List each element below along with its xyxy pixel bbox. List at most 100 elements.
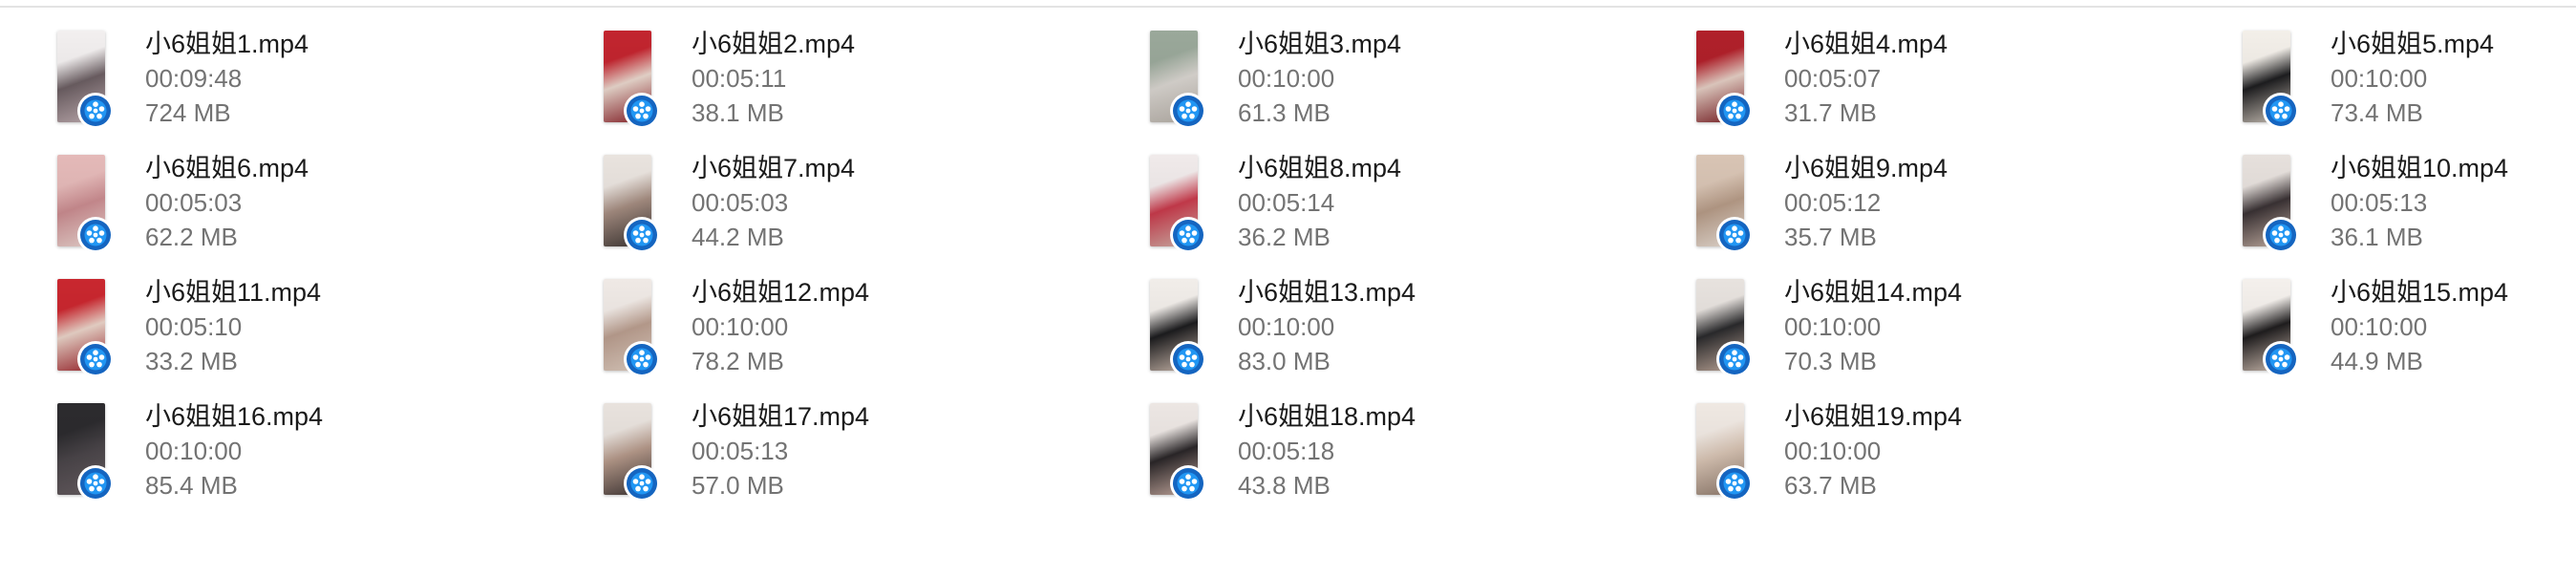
file-item[interactable]: 小6姐姐14.mp4 00:10:00 70.3 MB [1692, 275, 2239, 399]
file-item[interactable]: 小6姐姐9.mp4 00:05:12 35.7 MB [1692, 151, 2239, 275]
video-player-badge-icon [624, 93, 660, 129]
video-thumbnail [53, 403, 114, 502]
file-item[interactable]: 小6姐姐8.mp4 00:05:14 36.2 MB [1146, 151, 1692, 275]
file-name: 小6姐姐2.mp4 [692, 30, 856, 58]
file-duration: 00:05:14 [1238, 188, 1335, 217]
file-item[interactable]: 小6姐姐10.mp4 00:05:13 36.1 MB [2239, 151, 2576, 275]
video-player-badge-icon [1716, 217, 1753, 253]
file-grid: 小6姐姐1.mp4 00:09:48 724 MB 小6姐姐2.mp4 00:0… [53, 27, 2576, 524]
file-duration: 00:05:12 [1784, 188, 1882, 217]
file-name: 小6姐姐11.mp4 [145, 278, 322, 307]
file-duration: 00:05:11 [692, 64, 787, 93]
file-duration: 00:09:48 [145, 64, 243, 93]
file-item[interactable]: 小6姐姐1.mp4 00:09:48 724 MB [53, 27, 600, 151]
file-size: 63.7 MB [1784, 471, 1877, 500]
video-thumbnail [53, 279, 114, 377]
video-thumbnail [1146, 279, 1206, 377]
file-details: 小6姐姐9.mp4 00:05:12 35.7 MB [1784, 151, 2224, 254]
file-size: 38.1 MB [692, 98, 784, 127]
file-duration: 00:10:00 [145, 437, 243, 465]
file-name: 小6姐姐13.mp4 [1238, 278, 1416, 307]
file-item[interactable]: 小6姐姐17.mp4 00:05:13 57.0 MB [600, 399, 1146, 524]
video-player-badge-icon [1170, 465, 1206, 502]
video-player-badge-icon [1716, 93, 1753, 129]
video-thumbnail [1692, 155, 1753, 253]
file-item[interactable]: 小6姐姐4.mp4 00:05:07 31.7 MB [1692, 27, 2239, 151]
file-size: 62.2 MB [145, 223, 238, 251]
file-name: 小6姐姐1.mp4 [145, 30, 309, 58]
video-thumbnail [2239, 31, 2299, 129]
file-item[interactable]: 小6姐姐16.mp4 00:10:00 85.4 MB [53, 399, 600, 524]
file-item[interactable]: 小6姐姐3.mp4 00:10:00 61.3 MB [1146, 27, 1692, 151]
file-name: 小6姐姐15.mp4 [2331, 278, 2509, 307]
video-player-badge-icon [2263, 93, 2299, 129]
video-thumbnail [2239, 155, 2299, 253]
file-duration: 00:05:13 [2331, 188, 2428, 217]
file-name: 小6姐姐10.mp4 [2331, 154, 2509, 182]
file-item[interactable]: 小6姐姐13.mp4 00:10:00 83.0 MB [1146, 275, 1692, 399]
video-thumbnail [600, 403, 660, 502]
file-duration: 00:10:00 [1784, 312, 1882, 341]
video-thumbnail [600, 279, 660, 377]
file-details: 小6姐姐14.mp4 00:10:00 70.3 MB [1784, 275, 2224, 378]
file-name: 小6姐姐16.mp4 [145, 402, 324, 431]
video-player-badge-icon [77, 93, 114, 129]
file-size: 61.3 MB [1238, 98, 1331, 127]
file-size: 44.9 MB [2331, 347, 2423, 375]
file-details: 小6姐姐15.mp4 00:10:00 44.9 MB [2331, 275, 2576, 378]
video-player-badge-icon [2263, 341, 2299, 377]
file-item[interactable]: 小6姐姐18.mp4 00:05:18 43.8 MB [1146, 399, 1692, 524]
file-size: 78.2 MB [692, 347, 784, 375]
file-size: 36.1 MB [2331, 223, 2423, 251]
video-thumbnail [1146, 31, 1206, 129]
file-size: 35.7 MB [1784, 223, 1877, 251]
video-thumbnail [600, 155, 660, 253]
file-details: 小6姐姐12.mp4 00:10:00 78.2 MB [692, 275, 1131, 378]
file-name: 小6姐姐3.mp4 [1238, 30, 1402, 58]
file-name: 小6姐姐19.mp4 [1784, 402, 1963, 431]
file-item[interactable]: 小6姐姐5.mp4 00:10:00 73.4 MB [2239, 27, 2576, 151]
file-item[interactable]: 小6姐姐6.mp4 00:05:03 62.2 MB [53, 151, 600, 275]
file-details: 小6姐姐2.mp4 00:05:11 38.1 MB [692, 27, 1131, 130]
file-duration: 00:10:00 [2331, 312, 2428, 341]
file-duration: 00:10:00 [1784, 437, 1882, 465]
file-duration: 00:05:18 [1238, 437, 1335, 465]
file-duration: 00:05:03 [692, 188, 789, 217]
video-thumbnail [53, 155, 114, 253]
video-thumbnail [2239, 279, 2299, 377]
file-item[interactable]: 小6姐姐15.mp4 00:10:00 44.9 MB [2239, 275, 2576, 399]
file-duration: 00:10:00 [692, 312, 789, 341]
file-size: 724 MB [145, 98, 231, 127]
file-name: 小6姐姐9.mp4 [1784, 154, 1948, 182]
file-details: 小6姐姐4.mp4 00:05:07 31.7 MB [1784, 27, 2224, 130]
file-duration: 00:10:00 [1238, 64, 1335, 93]
file-item[interactable]: 小6姐姐2.mp4 00:05:11 38.1 MB [600, 27, 1146, 151]
video-player-badge-icon [1170, 93, 1206, 129]
file-details: 小6姐姐7.mp4 00:05:03 44.2 MB [692, 151, 1131, 254]
video-thumbnail [1146, 403, 1206, 502]
video-player-badge-icon [624, 465, 660, 502]
file-details: 小6姐姐1.mp4 00:09:48 724 MB [145, 27, 585, 130]
file-details: 小6姐姐13.mp4 00:10:00 83.0 MB [1238, 275, 1677, 378]
file-details: 小6姐姐18.mp4 00:05:18 43.8 MB [1238, 399, 1677, 502]
file-name: 小6姐姐18.mp4 [1238, 402, 1416, 431]
file-name: 小6姐姐12.mp4 [692, 278, 870, 307]
video-thumbnail [1692, 279, 1753, 377]
video-player-badge-icon [1170, 217, 1206, 253]
file-duration: 00:05:13 [692, 437, 789, 465]
file-details: 小6姐姐8.mp4 00:05:14 36.2 MB [1238, 151, 1677, 254]
file-duration: 00:05:03 [145, 188, 243, 217]
video-player-badge-icon [1170, 341, 1206, 377]
file-details: 小6姐姐11.mp4 00:05:10 33.2 MB [145, 275, 585, 378]
file-details: 小6姐姐10.mp4 00:05:13 36.1 MB [2331, 151, 2576, 254]
file-size: 83.0 MB [1238, 347, 1331, 375]
file-size: 70.3 MB [1784, 347, 1877, 375]
file-duration: 00:05:10 [145, 312, 243, 341]
video-player-badge-icon [1716, 341, 1753, 377]
file-item[interactable]: 小6姐姐19.mp4 00:10:00 63.7 MB [1692, 399, 2239, 524]
file-item[interactable]: 小6姐姐11.mp4 00:05:10 33.2 MB [53, 275, 600, 399]
file-details: 小6姐姐3.mp4 00:10:00 61.3 MB [1238, 27, 1677, 130]
file-item[interactable]: 小6姐姐12.mp4 00:10:00 78.2 MB [600, 275, 1146, 399]
file-item[interactable]: 小6姐姐7.mp4 00:05:03 44.2 MB [600, 151, 1146, 275]
file-details: 小6姐姐5.mp4 00:10:00 73.4 MB [2331, 27, 2576, 130]
